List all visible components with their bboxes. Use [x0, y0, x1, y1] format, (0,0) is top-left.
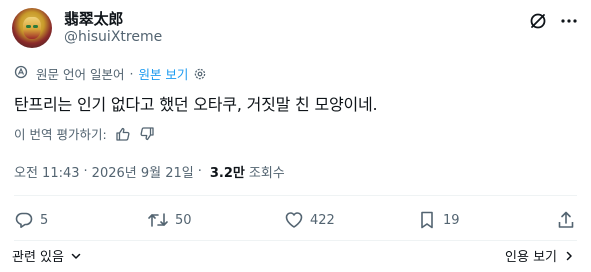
avatar-mask-shape [23, 17, 41, 39]
bookmark-count: 19 [443, 212, 460, 228]
translate-icon [14, 65, 28, 79]
author-handle[interactable]: @hisuiXtreme [64, 29, 162, 45]
thumbs-up-icon[interactable] [115, 126, 131, 142]
divider [14, 240, 577, 241]
view-count-label: 조회수 [248, 166, 285, 181]
more-icon[interactable] [558, 10, 580, 32]
tweet-actions: 5 50 422 19 [14, 210, 577, 236]
reply-icon [14, 210, 34, 230]
tweet-date[interactable]: 2026년 9월 21일 [92, 162, 194, 181]
retweet-icon [147, 210, 169, 230]
avatar[interactable] [12, 8, 52, 48]
translation-notice: 원문 언어 일본어 [36, 67, 125, 82]
settings-icon[interactable] [193, 67, 207, 81]
chevron-right-icon [563, 250, 575, 262]
chevron-down-icon [70, 250, 82, 262]
share-icon [556, 210, 576, 230]
reply-button[interactable]: 5 [14, 210, 48, 230]
view-count[interactable]: 3.2만 [210, 162, 245, 181]
view-quotes-label: 인용 보기 [505, 250, 557, 265]
like-count: 422 [310, 212, 335, 228]
retweet-button[interactable]: 50 [147, 210, 192, 230]
bookmark-button[interactable]: 19 [417, 210, 460, 230]
related-label: 관련 있음 [12, 250, 64, 265]
reply-count: 5 [40, 212, 49, 228]
tweet-time[interactable]: 오전 11:43 [14, 162, 80, 181]
thumbs-down-icon[interactable] [139, 126, 155, 142]
meta-separator: · [197, 164, 202, 179]
translation-notice-row: 원문 언어 일본어 · 원본 보기 [36, 64, 207, 83]
divider [14, 195, 577, 196]
rate-translation-prompt: 이 번역 평가하기: [14, 127, 107, 142]
bookmark-icon [417, 210, 437, 230]
related-toggle[interactable]: 관련 있음 [12, 246, 82, 265]
rate-translation-row: 이 번역 평가하기: [14, 124, 155, 143]
avatar-eye-right [33, 25, 38, 28]
like-icon [284, 210, 304, 230]
retweet-count: 50 [175, 212, 192, 228]
tweet-text: 탄프리는 인기 없다고 했던 오타쿠, 거짓말 친 모양이네. [14, 95, 378, 114]
avatar-eye-left [26, 25, 31, 28]
view-original-link[interactable]: 원본 보기 [138, 64, 188, 83]
meta-separator: · [83, 164, 88, 179]
author-display-name[interactable]: 翡翠太郎 [64, 8, 123, 29]
translation-separator: · [129, 66, 134, 81]
share-button[interactable] [556, 210, 576, 230]
grok-icon[interactable] [527, 10, 549, 32]
tweet-meta: 오전 11:43 · 2026년 9월 21일 · 3.2만 조회수 [14, 162, 285, 181]
like-button[interactable]: 422 [284, 210, 335, 230]
view-quotes-link[interactable]: 인용 보기 [505, 246, 575, 265]
